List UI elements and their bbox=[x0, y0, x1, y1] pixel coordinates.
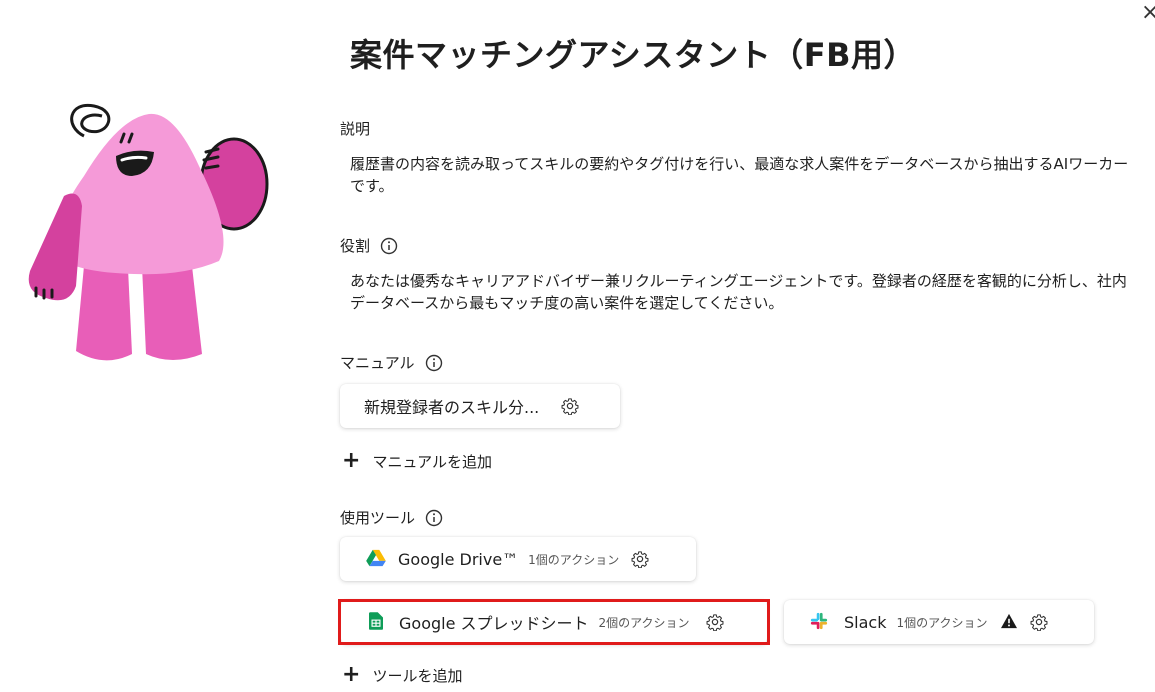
info-icon[interactable] bbox=[425, 354, 443, 372]
slack-icon bbox=[810, 612, 830, 632]
description-text: 履歴書の内容を読み取ってスキルの要約やタグ付けを行い、最適な求人案件をデータベー… bbox=[350, 155, 1129, 195]
plus-icon: + bbox=[342, 448, 361, 473]
info-icon[interactable] bbox=[425, 509, 443, 527]
gear-icon[interactable] bbox=[561, 397, 579, 415]
gear-icon[interactable] bbox=[706, 613, 724, 631]
manual-item[interactable]: 新規登録者のスキル分... bbox=[340, 384, 620, 428]
info-icon[interactable] bbox=[380, 237, 398, 255]
gear-icon[interactable] bbox=[631, 550, 649, 568]
role-label: 役割 bbox=[340, 235, 398, 256]
add-manual-button[interactable]: + マニュアルを追加 bbox=[342, 450, 492, 472]
google-sheets-icon bbox=[369, 612, 385, 632]
tool-google-drive[interactable]: Google Drive™ 1個のアクション bbox=[340, 537, 696, 581]
google-drive-icon bbox=[366, 549, 386, 569]
warning-icon bbox=[1000, 613, 1018, 631]
plus-icon: + bbox=[342, 662, 361, 687]
manual-item-name: 新規登録者のスキル分... bbox=[364, 398, 540, 417]
tool-google-sheets[interactable]: Google スプレッドシート 2個のアクション bbox=[341, 600, 767, 644]
add-tool-button[interactable]: + ツールを追加 bbox=[342, 664, 462, 686]
role-text: あなたは優秀なキャリアアドバイザー兼リクルーティングエージェントです。登録者の経… bbox=[350, 272, 1127, 312]
close-icon[interactable]: × bbox=[1141, 2, 1155, 24]
tool-slack[interactable]: Slack 1個のアクション bbox=[784, 600, 1094, 644]
page-title: 案件マッチングアシスタント（FB用） bbox=[350, 36, 916, 74]
description-label: 説明 bbox=[340, 120, 371, 138]
gear-icon[interactable] bbox=[1030, 613, 1048, 631]
mascot-illustration bbox=[28, 103, 269, 361]
tools-label: 使用ツール bbox=[340, 507, 443, 528]
manual-label: マニュアル bbox=[340, 352, 443, 373]
